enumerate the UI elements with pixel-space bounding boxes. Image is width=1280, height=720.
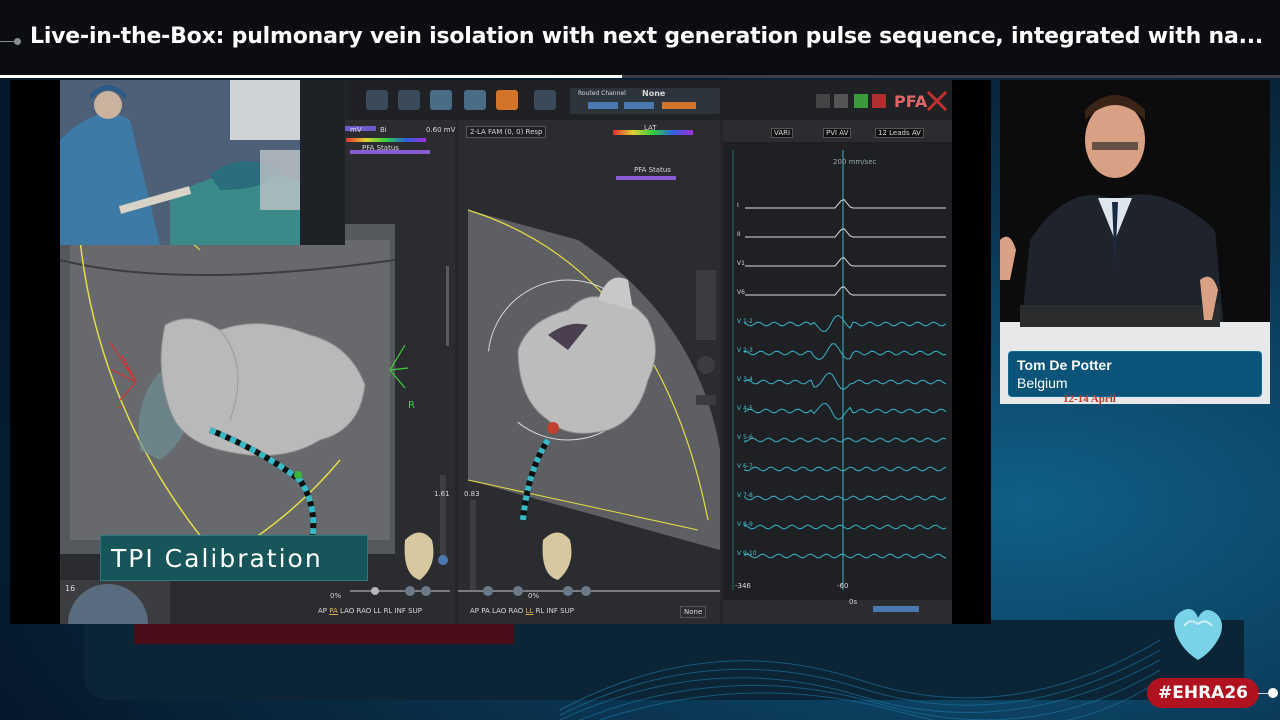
procedure-video: Routed Channel None PFA mV Bi 0.60 mV PF…	[10, 80, 991, 624]
playback-progress[interactable]	[0, 75, 1280, 78]
mapping-toolbar: Routed Channel None PFA	[346, 80, 952, 120]
ehra-heart-logo-icon	[1174, 609, 1222, 660]
speaker-lower-third: Tom De Potter Belgium	[1009, 352, 1261, 396]
ecg-trace	[744, 402, 947, 421]
ecg-sweep-speed: 200 mm/sec	[833, 158, 877, 166]
toolbar-tool-icon[interactable]	[398, 90, 420, 110]
session-title: Live-in-the-Box: pulmonary vein isolatio…	[30, 24, 1264, 49]
view-button-pa[interactable]: PA	[481, 607, 490, 615]
mid-status-label: PFA Status	[634, 166, 671, 174]
ecg-trace	[744, 343, 947, 360]
view-button-pa[interactable]: PA	[329, 607, 338, 615]
view-button-inf[interactable]: INF	[395, 607, 406, 615]
event-date: 12-14 April	[1063, 393, 1116, 405]
view-button-ap[interactable]: AP	[318, 607, 327, 615]
map-selector-dropdown[interactable]: 2-LA FAM (0, 0) Resp	[466, 126, 547, 138]
ecg-lead-label: V 8-9	[737, 521, 753, 528]
ecg-lead-label: V6	[737, 289, 745, 296]
toolbar-tool-icon[interactable]	[534, 90, 556, 110]
view-button-ap[interactable]: AP	[470, 607, 479, 615]
ecg-lead-label: V1	[737, 260, 745, 267]
ecg-lead-label: V 6-7	[737, 463, 753, 470]
mid-map-type: LAT	[644, 124, 657, 132]
left-map-type: Bi	[380, 126, 387, 134]
ecg-axis-mid: -60	[837, 582, 849, 590]
ecg-lead-label: V 4-5	[737, 405, 753, 412]
ecg-trace	[744, 553, 947, 559]
speaker-country: Belgium	[1017, 375, 1068, 391]
tpi-calibration-banner: TPI Calibration	[100, 535, 368, 581]
ecg-trace	[745, 257, 946, 267]
orientation-right-marker: R	[408, 400, 415, 411]
ecg-dropdown-1[interactable]: VARI	[771, 128, 794, 138]
view-button-rl[interactable]: RL	[384, 607, 393, 615]
view-button-rl[interactable]: RL	[536, 607, 545, 615]
ecg-trace	[745, 286, 946, 296]
ecg-dropdown-2[interactable]: PVI AV	[823, 128, 852, 138]
title-bullet-icon	[14, 38, 21, 45]
view-button-sup[interactable]: SUP	[560, 607, 574, 615]
ecg-trace	[745, 199, 946, 209]
event-hashtag: #EHRA26	[1147, 678, 1259, 708]
left-opacity: 0%	[330, 592, 342, 600]
toolbar-tool-icon[interactable]	[496, 90, 518, 110]
left-scale-max: 0.60 mV	[426, 126, 456, 134]
title-bar: Live-in-the-Box: pulmonary vein isolatio…	[0, 0, 1280, 78]
ecg-lead-label: V 7-8	[737, 492, 753, 499]
toolbar-tool-icon[interactable]	[464, 90, 486, 110]
ecg-lead-label: V 1-2	[737, 318, 753, 325]
mid-slider-value: 0.83	[464, 490, 480, 498]
ecg-panel[interactable]: VARI PVI AV 12 Leads AV 200 mm/sec -346 …	[723, 120, 952, 624]
pfa-logo: PFA	[894, 92, 928, 111]
ecg-axis-left: -346	[735, 582, 751, 590]
routed-channel-value[interactable]: None	[642, 89, 665, 98]
ecg-axis-bottom: 0s	[849, 598, 858, 606]
ecg-lead-label: V 2-3	[737, 347, 753, 354]
toolbar-tool-icon[interactable]	[430, 90, 452, 110]
ecg-trace	[744, 495, 947, 501]
ecg-dropdown-3[interactable]: 12 Leads AV	[875, 128, 924, 138]
tpi-calibration-text: TPI Calibration	[111, 544, 323, 573]
frame-counter: 16	[65, 584, 76, 593]
view-button-lao[interactable]: LAO	[340, 607, 354, 615]
operating-room-camera	[60, 80, 345, 245]
mid-echo-view[interactable]: 2-LA FAM (0, 0) Resp LAT PFA Status 0.83…	[458, 120, 720, 624]
left-status-label: PFA Status	[362, 144, 399, 152]
routed-channel-label: Routed Channel	[578, 90, 626, 97]
view-button-ll[interactable]: LL	[374, 607, 382, 615]
ecg-trace	[744, 372, 947, 390]
view-button-ll[interactable]: LL	[526, 607, 534, 615]
mid-view-buttons: AP PA LAO RAO LL RL INF SUP	[470, 607, 574, 615]
stream-frame: Live-in-the-Box: pulmonary vein isolatio…	[0, 0, 1280, 720]
ecg-trace	[744, 524, 947, 530]
left-view-buttons: AP PA LAO RAO LL RL INF SUP	[318, 607, 422, 615]
view-button-rao[interactable]: RAO	[357, 607, 372, 615]
speaker-name: Tom De Potter	[1017, 357, 1112, 373]
ecg-trace	[745, 228, 946, 238]
hashtag-bullet-icon	[1268, 688, 1278, 698]
view-button-rao[interactable]: RAO	[509, 607, 524, 615]
view-button-inf[interactable]: INF	[547, 607, 558, 615]
ecg-trace	[744, 437, 947, 443]
ecg-trace	[744, 466, 947, 472]
left-units: mV	[350, 126, 362, 134]
mid-opacity: 0%	[528, 592, 540, 600]
orientation-left-marker: L	[116, 400, 122, 411]
background-red-strip	[134, 622, 514, 644]
ecg-lead-label: II	[737, 231, 741, 238]
ecg-trace	[744, 314, 947, 333]
ecg-lead-label: I	[737, 202, 739, 209]
ecg-lead-label: V 5-6	[737, 434, 753, 441]
toolbar-tool-icon[interactable]	[366, 90, 388, 110]
view-button-lao[interactable]: LAO	[492, 607, 506, 615]
view-button-sup[interactable]: SUP	[408, 607, 422, 615]
ecg-lead-label: V 3-4	[737, 376, 753, 383]
mid-bottom-dropdown[interactable]: None	[680, 606, 707, 618]
playback-progress-fill	[0, 75, 623, 78]
left-slider-value: 1.61	[434, 490, 450, 498]
ecg-lead-label: V 9-10	[737, 550, 757, 557]
